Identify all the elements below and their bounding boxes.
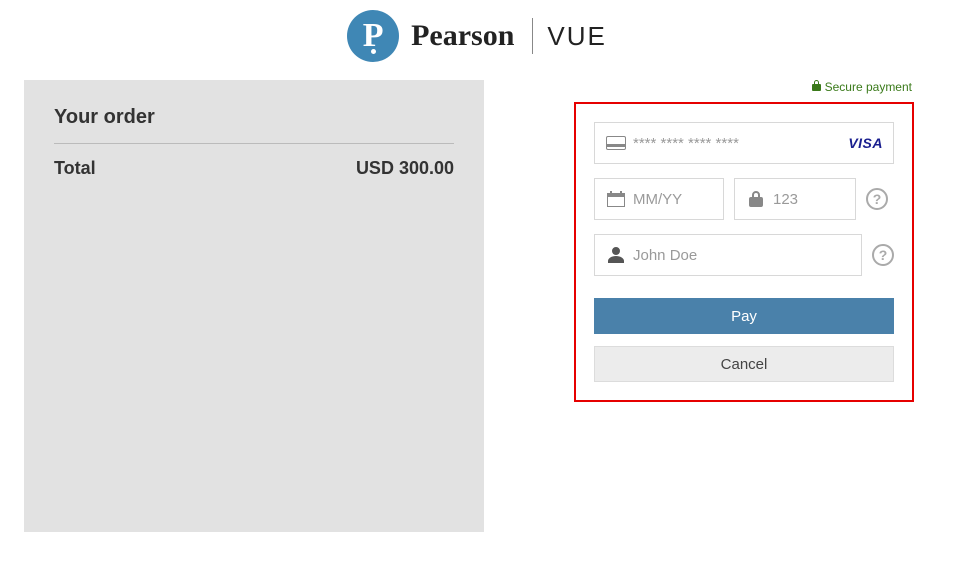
card-number-input[interactable]: [633, 135, 842, 152]
expiry-field[interactable]: [594, 178, 724, 220]
brand-pearson: Pearson: [411, 19, 514, 53]
payment-form: VISA ?: [574, 102, 914, 402]
visa-badge: VISA: [848, 135, 883, 151]
cancel-button[interactable]: Cancel: [594, 346, 894, 382]
cvv-input[interactable]: [773, 191, 954, 208]
cardholder-field[interactable]: [594, 234, 862, 276]
pay-button[interactable]: Pay: [594, 298, 894, 334]
cvv-help-icon[interactable]: ?: [866, 188, 888, 210]
secure-payment-label: Secure payment: [574, 80, 914, 94]
person-icon: [605, 247, 627, 263]
card-number-field[interactable]: VISA: [594, 122, 894, 164]
calendar-icon: [605, 191, 627, 207]
pearson-logo-icon: P: [347, 10, 399, 62]
header: P Pearson VUE: [0, 0, 954, 80]
order-title: Your order: [54, 106, 454, 144]
card-icon: [605, 136, 627, 150]
order-total-label: Total: [54, 158, 96, 179]
order-total-row: Total USD 300.00: [54, 158, 454, 179]
name-help-icon[interactable]: ?: [872, 244, 894, 266]
cardholder-input[interactable]: [633, 247, 851, 264]
order-panel: Your order Total USD 300.00: [24, 80, 484, 532]
lock-icon: [812, 80, 821, 91]
cvv-field[interactable]: [734, 178, 856, 220]
brand-divider: [532, 18, 533, 54]
lock-icon: [745, 191, 767, 207]
brand-vue: VUE: [547, 21, 606, 52]
order-total-value: USD 300.00: [356, 158, 454, 179]
